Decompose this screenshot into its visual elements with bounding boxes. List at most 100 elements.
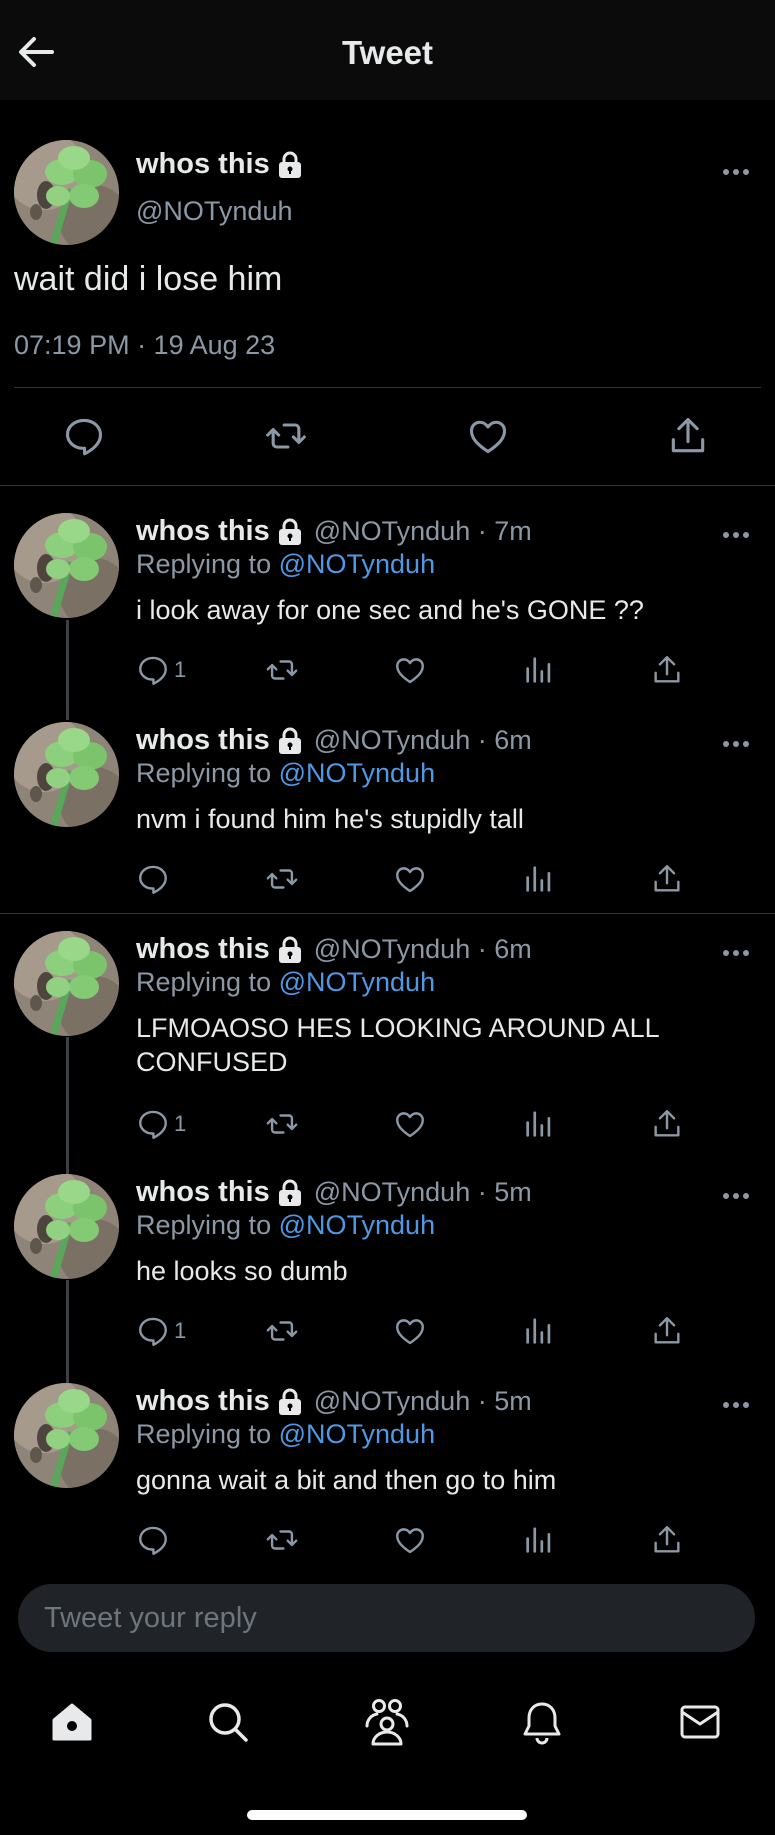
retweet-icon[interactable] [265, 1107, 299, 1141]
lock-icon [276, 936, 304, 964]
avatar[interactable] [14, 1174, 119, 1279]
page-title: Tweet [341, 34, 434, 71]
more-options-icon[interactable] [716, 1184, 756, 1208]
replying-to-label: Replying to [136, 967, 272, 997]
share-icon[interactable] [650, 1523, 684, 1557]
reply-icon [136, 1314, 170, 1348]
views-icon[interactable] [522, 653, 556, 687]
reply-count: 1 [174, 1111, 187, 1136]
author-name[interactable]: whos this [136, 933, 270, 966]
more-options-icon[interactable] [716, 160, 756, 184]
author-name-row: whos this @NOTynduh · 5m [136, 1385, 532, 1418]
retweet-icon[interactable] [265, 1314, 299, 1348]
home-icon[interactable] [44, 1694, 100, 1750]
retweet-icon[interactable] [264, 414, 308, 458]
author-name-row: whos this [136, 148, 304, 181]
views-icon[interactable] [522, 1314, 556, 1348]
reply-input[interactable]: Tweet your reply [18, 1584, 755, 1652]
share-icon[interactable] [650, 1314, 684, 1348]
thread-connector [66, 1280, 69, 1385]
mention-link[interactable]: @NOTynduh [279, 549, 435, 579]
lock-icon [276, 727, 304, 755]
reply-button[interactable] [136, 1523, 174, 1557]
like-icon[interactable] [393, 862, 427, 896]
tweet-text: wait did i lose him [14, 260, 283, 298]
reply-button[interactable] [136, 862, 174, 896]
author-name-row: whos this @NOTynduh · 7m [136, 515, 532, 548]
retweet-icon[interactable] [265, 653, 299, 687]
avatar[interactable] [14, 722, 119, 827]
retweet-icon[interactable] [265, 1523, 299, 1557]
share-icon[interactable] [650, 653, 684, 687]
views-icon[interactable] [522, 1523, 556, 1557]
mention-link[interactable]: @NOTynduh [279, 1419, 435, 1449]
reply-text: nvm i found him he's stupidly tall [136, 804, 524, 834]
author-name[interactable]: whos this [136, 724, 270, 757]
reply-text: he looks so dumb [136, 1256, 348, 1286]
lock-icon [276, 518, 304, 546]
replying-to-label: Replying to [136, 549, 272, 579]
lock-icon [276, 1179, 304, 1207]
share-icon[interactable] [650, 1107, 684, 1141]
more-options-icon[interactable] [716, 523, 756, 547]
author-name[interactable]: whos this [136, 1176, 270, 1209]
avatar[interactable] [14, 140, 119, 245]
reply-icon[interactable] [62, 414, 106, 458]
mention-link[interactable]: @NOTynduh [279, 758, 435, 788]
author-name[interactable]: whos this [136, 515, 270, 548]
messages-icon[interactable] [672, 1694, 728, 1750]
author-name-row: whos this @NOTynduh · 6m [136, 933, 532, 966]
reply-icon [136, 653, 170, 687]
views-icon[interactable] [522, 862, 556, 896]
replying-to: Replying to @NOTynduh [136, 1210, 435, 1241]
mention-link[interactable]: @NOTynduh [279, 1210, 435, 1240]
tweet-timestamp: 07:19 PM · 19 Aug 23 [14, 330, 276, 360]
divider [0, 485, 775, 486]
mention-link[interactable]: @NOTynduh [279, 967, 435, 997]
replying-to-label: Replying to [136, 1210, 272, 1240]
reply-text: gonna wait a bit and then go to him [136, 1465, 557, 1495]
author-name[interactable]: whos this [136, 148, 270, 181]
divider [14, 387, 761, 388]
avatar[interactable] [14, 513, 119, 618]
views-icon[interactable] [522, 1107, 556, 1141]
author-handle[interactable]: @NOTynduh [136, 196, 292, 227]
replying-to: Replying to @NOTynduh [136, 549, 435, 580]
reply-icon [136, 1107, 170, 1141]
replying-to: Replying to @NOTynduh [136, 967, 435, 998]
reply-input-placeholder: Tweet your reply [44, 1602, 257, 1634]
communities-icon[interactable] [359, 1694, 415, 1750]
replying-to: Replying to @NOTynduh [136, 758, 435, 789]
reply-count: 1 [174, 1318, 187, 1343]
more-options-icon[interactable] [716, 1393, 756, 1417]
like-icon[interactable] [393, 1107, 427, 1141]
author-handle-time: @NOTynduh · 5m [313, 1177, 532, 1207]
replying-to: Replying to @NOTynduh [136, 1419, 435, 1450]
more-options-icon[interactable] [716, 941, 756, 965]
reply-icon [136, 862, 170, 896]
search-icon[interactable] [200, 1694, 256, 1750]
author-handle-time: @NOTynduh · 5m [313, 1386, 532, 1416]
replying-to-label: Replying to [136, 1419, 272, 1449]
reply-button[interactable]: 1 [136, 1107, 186, 1141]
reply-button[interactable]: 1 [136, 1314, 186, 1348]
divider [0, 913, 775, 914]
thread-connector [66, 620, 69, 720]
notifications-icon[interactable] [514, 1694, 570, 1750]
author-name[interactable]: whos this [136, 1385, 270, 1418]
share-icon[interactable] [666, 414, 710, 458]
reply-button[interactable]: 1 [136, 653, 186, 687]
share-icon[interactable] [650, 862, 684, 896]
retweet-icon[interactable] [265, 862, 299, 896]
like-icon[interactable] [393, 1314, 427, 1348]
avatar[interactable] [14, 1383, 119, 1488]
like-icon[interactable] [393, 653, 427, 687]
replying-to-label: Replying to [136, 758, 272, 788]
like-icon[interactable] [393, 1523, 427, 1557]
reply-text: i look away for one sec and he's GONE ?? [136, 595, 644, 625]
avatar[interactable] [14, 931, 119, 1036]
like-icon[interactable] [466, 414, 510, 458]
home-indicator [247, 1810, 527, 1820]
top-bar: Tweet [0, 0, 775, 100]
more-options-icon[interactable] [716, 732, 756, 756]
